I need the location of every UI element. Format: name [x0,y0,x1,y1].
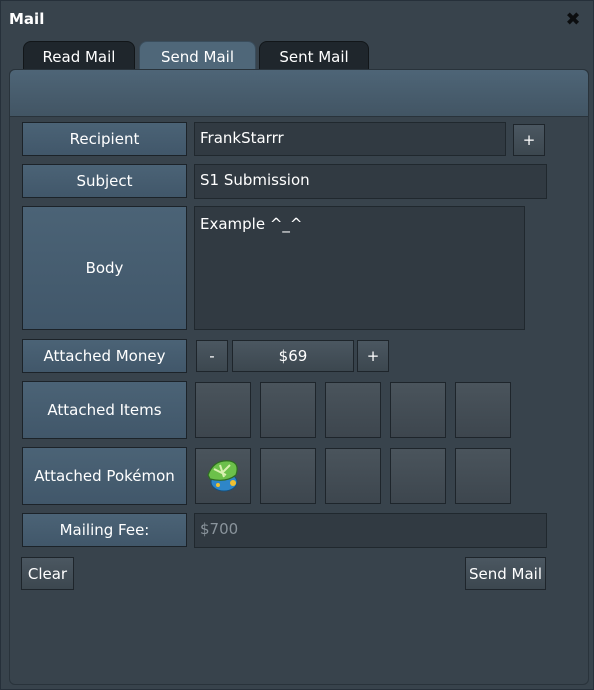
pokemon-icon [207,460,238,492]
attached-items-label: Attached Items [22,381,187,439]
pokemon-slot[interactable] [390,448,446,504]
clear-button[interactable]: Clear [21,557,74,590]
recipient-label: Recipient [22,122,187,156]
title-bar[interactable]: Mail ✖ [1,1,593,39]
item-slot[interactable] [455,382,511,438]
close-icon[interactable]: ✖ [564,11,582,29]
subject-label: Subject [22,164,187,198]
subject-input[interactable]: S1 Submission [194,164,547,199]
item-slot[interactable] [260,382,316,438]
item-slot[interactable] [325,382,381,438]
mailing-fee-value: $700 [194,513,547,548]
mailing-fee-label: Mailing Fee: [22,513,187,547]
mail-window: Mail ✖ Read Mail Send Mail Sent Mail Rec… [0,0,594,690]
pokemon-slot[interactable] [195,448,251,504]
pokemon-slot[interactable] [325,448,381,504]
pokemon-slot[interactable] [260,448,316,504]
body-textarea[interactable]: Example ^_^ [194,206,525,330]
money-increase-button[interactable]: + [357,340,389,372]
money-amount-field[interactable]: $69 [232,340,354,372]
add-recipient-button[interactable]: + [513,124,545,156]
pokemon-slot[interactable] [455,448,511,504]
item-slot[interactable] [390,382,446,438]
window-title: Mail [9,10,45,28]
send-mail-panel [9,69,589,685]
send-mail-button[interactable]: Send Mail [465,557,546,590]
item-slot[interactable] [195,382,251,438]
attached-money-label: Attached Money [22,339,187,373]
recipient-input[interactable]: FrankStarrr [194,122,506,156]
money-decrease-button[interactable]: - [196,340,228,372]
attached-pokemon-label: Attached Pokémon [22,447,187,505]
panel-header [9,69,589,117]
body-label: Body [22,206,187,330]
